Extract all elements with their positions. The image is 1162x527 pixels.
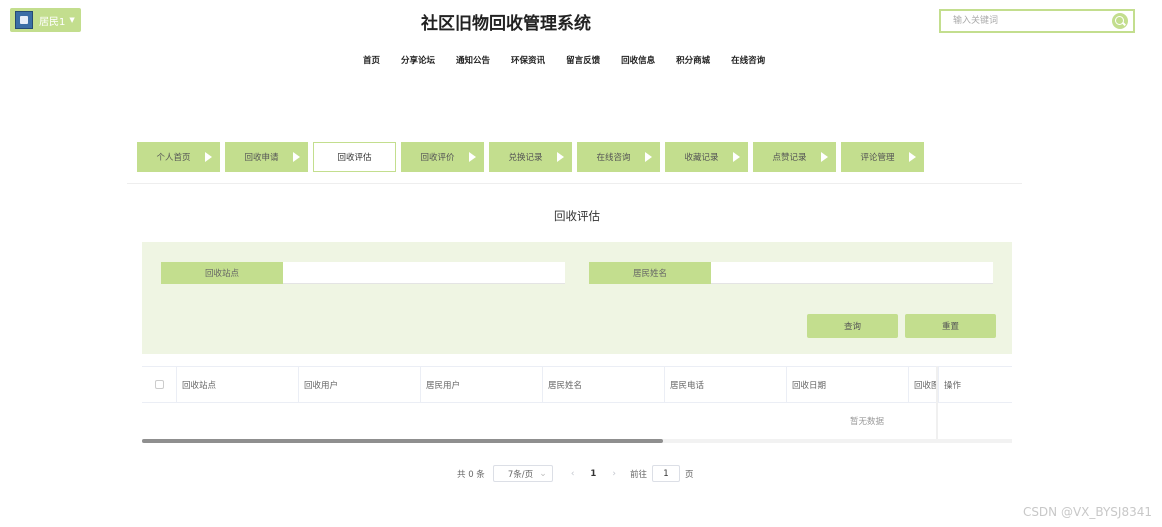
page-size-value: 7条/页	[507, 469, 534, 480]
column-header: 居民电话	[665, 367, 787, 402]
site-title: 社区旧物回收管理系统	[421, 14, 591, 34]
nav-item-notice[interactable]: 通知公告	[456, 54, 490, 66]
search-box	[939, 9, 1135, 33]
play-arrow-icon	[909, 152, 916, 162]
nav-item-forum[interactable]: 分享论坛	[401, 54, 435, 66]
nav-item-consult[interactable]: 在线咨询	[731, 54, 765, 66]
column-header: 回收站点	[177, 367, 299, 402]
tab-home[interactable]: 个人首页	[137, 142, 220, 172]
tab-recycle-assess[interactable]: 回收评估	[313, 142, 396, 172]
column-header: 居民用户	[421, 367, 543, 402]
pagination: 共 0 条 7条/页 ⌄ ‹ 1 › 前往 1 页	[457, 465, 693, 482]
divider	[127, 183, 1022, 184]
select-all-cell	[142, 367, 177, 402]
filter-panel: 回收站点 居民姓名 查询 重置	[142, 242, 1012, 354]
empty-state: 暂无数据	[849, 417, 884, 427]
play-arrow-icon	[469, 152, 476, 162]
query-button[interactable]: 查询	[807, 314, 898, 338]
page-size-select[interactable]: 7条/页 ⌄	[492, 465, 553, 482]
tab-label: 回收申请	[244, 153, 279, 163]
play-arrow-icon	[733, 152, 740, 162]
column-header: 居民姓名	[543, 367, 665, 402]
play-arrow-icon	[645, 152, 652, 162]
column-header: 回收用户	[299, 367, 421, 402]
total-count: 共 0 条	[457, 469, 485, 480]
tab-label: 兑换记录	[508, 153, 543, 163]
page-title: 回收评估	[554, 209, 600, 223]
tab-favorites[interactable]: 收藏记录	[665, 142, 748, 172]
station-field: 回收站点	[161, 262, 565, 284]
data-table: 回收站点 回收用户 居民用户 居民姓名 居民电话 回收日期 回收图 操作	[142, 366, 1012, 403]
play-arrow-icon	[293, 152, 300, 162]
page-suffix: 页	[684, 469, 694, 480]
horizontal-scrollbar[interactable]	[142, 439, 1012, 443]
resident-label: 居民姓名	[589, 262, 711, 284]
reset-button[interactable]: 重置	[905, 314, 996, 338]
tab-label: 收藏记录	[684, 153, 719, 163]
search-icon[interactable]	[1112, 13, 1128, 29]
tab-recycle-review[interactable]: 回收评价	[401, 142, 484, 172]
nav-item-home[interactable]: 首页	[363, 54, 380, 66]
chevron-down-icon: ⌄	[539, 468, 547, 479]
nav-item-feedback[interactable]: 留言反馈	[566, 54, 600, 66]
center-tabs: 个人首页 回收申请 回收评估 回收评价 兑换记录 在线咨询 收藏记录 点赞记录 …	[137, 142, 929, 172]
play-arrow-icon	[557, 152, 564, 162]
tab-label: 评论管理	[860, 153, 895, 163]
column-header: 回收日期	[787, 367, 909, 402]
tab-likes[interactable]: 点赞记录	[753, 142, 836, 172]
tab-consult[interactable]: 在线咨询	[577, 142, 660, 172]
tab-label: 点赞记录	[772, 153, 807, 163]
tab-label: 在线咨询	[596, 153, 631, 163]
main-nav: 首页 分享论坛 通知公告 环保资讯 留言反馈 回收信息 积分商城 在线咨询	[363, 54, 786, 66]
operation-column-header: 操作	[938, 367, 1012, 402]
tab-exchange-record[interactable]: 兑换记录	[489, 142, 572, 172]
fixed-column-shadow	[936, 366, 938, 442]
resident-input[interactable]	[711, 262, 993, 284]
table-header: 回收站点 回收用户 居民用户 居民姓名 居民电话 回收日期 回收图 操作	[142, 366, 1012, 403]
page-number-current[interactable]: 1	[590, 469, 596, 479]
nav-item-recycle-info[interactable]: 回收信息	[621, 54, 655, 66]
nav-item-points-mall[interactable]: 积分商城	[676, 54, 710, 66]
tab-recycle-apply[interactable]: 回收申请	[225, 142, 308, 172]
tab-label: 个人首页	[156, 153, 191, 163]
play-arrow-icon	[205, 152, 212, 162]
next-page-button[interactable]: ›	[612, 469, 616, 479]
station-input[interactable]	[283, 262, 565, 284]
tab-comments[interactable]: 评论管理	[841, 142, 924, 172]
resident-field: 居民姓名	[589, 262, 993, 284]
nav-item-news[interactable]: 环保资讯	[511, 54, 545, 66]
tab-label: 回收评价	[420, 153, 455, 163]
play-arrow-icon	[821, 152, 828, 162]
prev-page-button[interactable]: ‹	[571, 469, 575, 479]
goto-label: 前往	[629, 469, 647, 480]
watermark: CSDN @VX_BYSJ8341	[1022, 505, 1152, 519]
search-input[interactable]	[941, 11, 1112, 31]
scrollbar-thumb[interactable]	[142, 439, 663, 443]
goto-page-input[interactable]: 1	[651, 465, 680, 482]
select-all-checkbox[interactable]	[154, 380, 164, 389]
tab-label: 回收评估	[337, 153, 372, 163]
station-label: 回收站点	[161, 262, 283, 284]
